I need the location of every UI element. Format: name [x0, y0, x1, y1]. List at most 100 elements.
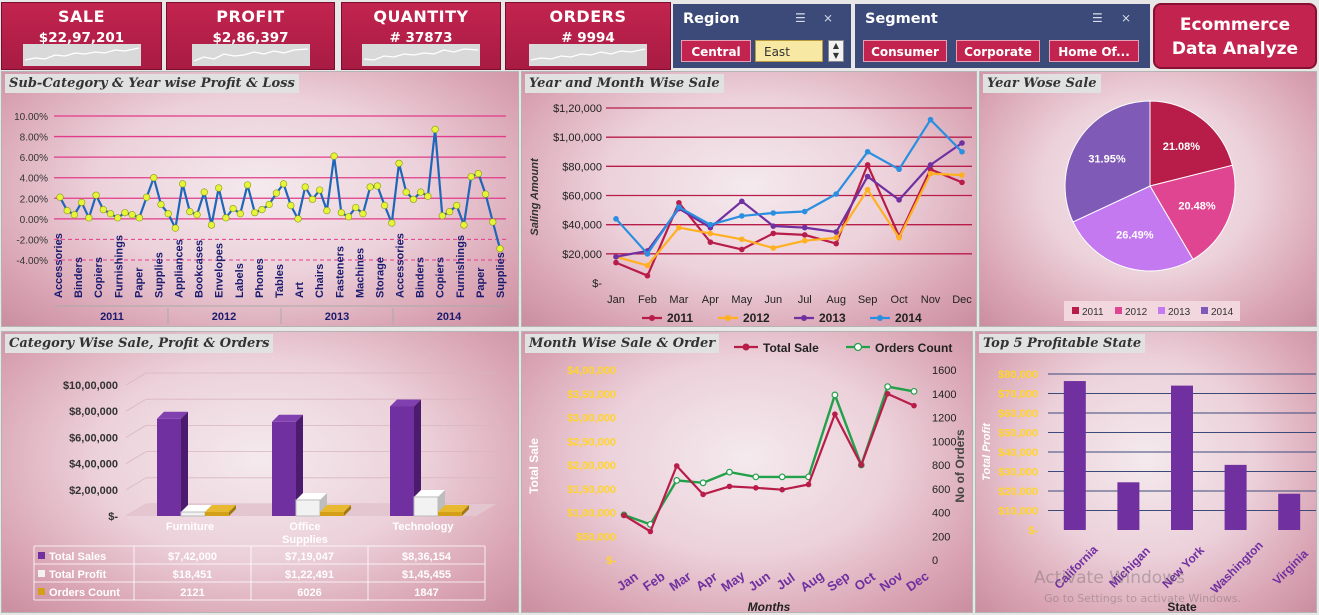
region-scroll-buttons[interactable]: ▲ ▼ [828, 40, 844, 62]
year-month-sale-chart: $1,20,000 $1,00,000 $80,000 $60,000 $40,000 $… [529, 103, 972, 325]
series-point-2011 [739, 246, 745, 253]
profit-point [215, 184, 223, 192]
y-tick-label: $3,00,000 [567, 413, 616, 425]
table-cell: $18,451 [173, 569, 213, 581]
y-tick-label: $- [592, 278, 602, 290]
profit-point [337, 209, 345, 217]
bar-Orders Count [205, 512, 229, 516]
y-tick-label: $40,000 [998, 447, 1038, 459]
y-axis-title: Total Sale [527, 438, 541, 494]
segment-item-corporate[interactable]: Corporate [956, 40, 1040, 62]
x-tick-label: Jun [764, 294, 782, 306]
y-tick-label: 0.00% [20, 215, 48, 226]
y-tick-label: $30,000 [998, 467, 1038, 479]
profit-point [179, 180, 187, 188]
profit-point [431, 125, 439, 133]
y2-tick-label: 1400 [932, 389, 956, 401]
profit-point [193, 211, 201, 219]
series-point-2014 [833, 191, 839, 197]
pie-value-label: 26.49% [1116, 230, 1154, 242]
x-tick-label: Apr [693, 569, 720, 594]
kpi-orders-sparkline [529, 44, 647, 66]
sale-point [700, 491, 706, 498]
wall [126, 373, 496, 385]
month-wise-title: Month Wise Sale & Order [525, 334, 720, 353]
series-point-2012 [739, 236, 745, 243]
x-tick-label: Sep [858, 294, 878, 306]
x-tick-label: Mar [666, 569, 694, 595]
y-tick-label: $2,00,000 [567, 460, 616, 472]
series-point-2011 [801, 232, 808, 238]
profit-point [352, 203, 360, 212]
y-tick-label: $20,000 [562, 249, 602, 261]
y-tick-label: 8.00% [20, 133, 48, 144]
y-tick-label: $60,000 [562, 191, 602, 203]
x-category-label: Supplies [495, 252, 507, 298]
y-tick-label: $- [108, 511, 118, 523]
kpi-profit-title: PROFIT [216, 7, 285, 26]
table-cell: 2121 [180, 587, 204, 599]
x-tick-label: Oct [891, 294, 908, 306]
clear-filter-icon[interactable]: ⨯ [823, 11, 839, 25]
sale-line [623, 392, 915, 534]
year-group-label: 2013 [325, 311, 349, 323]
profit-point [56, 193, 64, 201]
x-category-label: Binders [73, 257, 85, 298]
x-category-label: Furnishings [455, 235, 467, 298]
profit-point [164, 210, 172, 218]
series-point-2011 [770, 230, 777, 237]
y-tick-label: $8,00,000 [69, 406, 118, 418]
multi-select-icon[interactable]: ☰ [1092, 11, 1108, 25]
segment-item-consumer[interactable]: Consumer [863, 40, 947, 62]
profit-point [323, 207, 331, 215]
orders-line [623, 385, 915, 526]
category-panel: $10,00,000 $8,00,000 $6,00,000 $4,00,000 $2,… [1, 331, 519, 613]
y-tick-label: $1,50,000 [567, 484, 616, 496]
series-point-2014 [959, 148, 965, 155]
y-tick-label: $50,000 [998, 428, 1038, 440]
profit-point [106, 210, 115, 218]
table-series-name: Total Sales [49, 551, 106, 563]
y2-tick-label: 200 [932, 531, 950, 543]
table-cell: $1,45,455 [402, 569, 451, 581]
profit-point [63, 207, 71, 215]
x-tick-label: Dec [952, 294, 972, 306]
x-category-label: Appliances [174, 239, 186, 298]
profit-point [402, 188, 410, 196]
y-tick-label: 6.00% [20, 153, 48, 164]
region-item-east[interactable]: East [755, 40, 823, 62]
series-point-2012 [676, 224, 682, 231]
x-axis-title: Months [748, 600, 791, 613]
kpi-profit-sparkline [191, 44, 310, 66]
y-tick-label: -2.00% [16, 235, 48, 246]
orders-point [910, 387, 918, 395]
profit-point [460, 221, 468, 229]
bar-Total Sales [157, 418, 181, 516]
x-category-label: Envelopes [214, 243, 226, 298]
legend-label-2013: 2013 [819, 311, 846, 325]
sale-point [726, 483, 733, 490]
x-tick-label: May [718, 567, 748, 594]
y-tick-label: 4.00% [20, 174, 48, 185]
region-item-central[interactable]: Central [681, 40, 751, 62]
profit-point [85, 214, 93, 222]
series-point-2012 [927, 170, 934, 177]
series-point-2012 [707, 230, 714, 237]
watermark-line1: Activate Windows [1034, 568, 1185, 588]
sale-point [621, 512, 627, 519]
kpi-sale-title: SALE [57, 7, 106, 26]
series-point-2014 [707, 221, 714, 228]
series-point-2013 [927, 162, 934, 168]
profit-point [70, 211, 79, 219]
series-point-2014 [896, 166, 902, 173]
profit-point [453, 201, 461, 210]
month-wise-panel: $4,00,000 $3,50,000 $3,00,000 $2,50,000 $2,0… [521, 331, 973, 613]
legend-marker-2012 [725, 315, 731, 321]
multi-select-icon[interactable]: ☰ [795, 11, 811, 25]
year-sale-pie-title: Year Wose Sale [983, 74, 1101, 93]
legend-swatch-2012 [1115, 307, 1122, 314]
legend-label-sale: Total Sale [763, 341, 819, 355]
gridline-side [125, 477, 147, 491]
clear-filter-icon[interactable]: ⨯ [1121, 11, 1137, 25]
segment-item-home-office[interactable]: Home Of... [1049, 40, 1139, 62]
